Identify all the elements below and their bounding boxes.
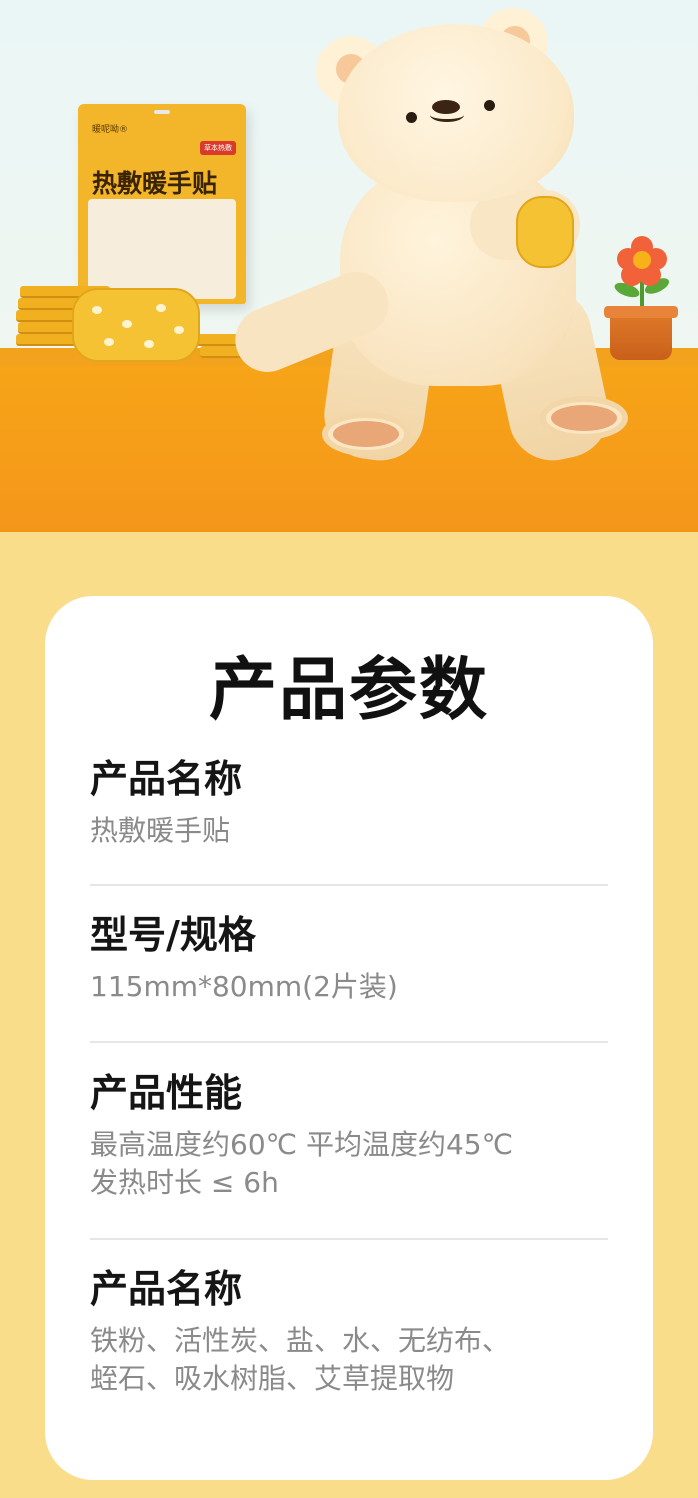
heat-pack-open — [72, 288, 200, 362]
divider — [90, 1041, 608, 1043]
param-value-line: 蛭石、吸水树脂、艾草提取物 — [90, 1362, 455, 1395]
card-title: 产品参数 — [208, 651, 489, 730]
product-parameters-card: 产品参数 产品名称 热敷暖手贴 型号/规格 115mm*80mm(2片装) 产品… — [45, 596, 653, 1480]
divider — [90, 1238, 608, 1240]
bear-foot-left — [322, 412, 410, 456]
param-value-line: 最高温度约60℃ 平均温度约45℃ — [90, 1128, 514, 1161]
pattern-dot — [104, 338, 114, 346]
param-label: 型号/规格 — [90, 913, 256, 957]
param-value: 热敷暖手贴 — [90, 814, 231, 847]
param-value-line: 铁粉、活性炭、盐、水、无纺布、 — [90, 1324, 511, 1357]
product-package: 暖呢呦® 草本热敷 热敷暖手贴 — [78, 104, 246, 304]
bear-foot-pad — [333, 421, 399, 447]
param-value: 115mm*80mm(2片装) — [90, 970, 398, 1003]
param-model-spec: 型号/规格 115mm*80mm(2片装) — [90, 912, 610, 1006]
pattern-dot — [122, 320, 132, 328]
param-value: 最高温度约60℃ 平均温度约45℃ 发热时长 ≤ 6h — [90, 1126, 610, 1202]
param-product-name: 产品名称 热敷暖手贴 — [90, 756, 610, 850]
param-label: 产品名称 — [90, 1267, 243, 1311]
package-title: 热敷暖手贴 — [92, 169, 218, 198]
flower-center — [633, 251, 651, 269]
bear-eye-right — [484, 100, 495, 111]
package-badge: 草本热敷 — [200, 141, 236, 155]
package-illustration — [88, 199, 236, 299]
heat-patch-on-arm — [516, 196, 574, 268]
bear-foot-right — [540, 396, 628, 440]
pattern-dot — [174, 326, 184, 334]
bear-mouth — [430, 108, 464, 122]
pattern-dot — [92, 306, 102, 314]
pattern-dot — [156, 304, 166, 312]
param-performance: 产品性能 最高温度约60℃ 平均温度约45℃ 发热时长 ≤ 6h — [90, 1070, 610, 1202]
param-value: 铁粉、活性炭、盐、水、无纺布、 蛭石、吸水树脂、艾草提取物 — [90, 1322, 610, 1398]
param-label: 产品名称 — [90, 757, 243, 801]
package-hang-hole — [154, 110, 170, 114]
bear-eye-left — [406, 112, 417, 123]
package-brand: 暖呢呦® — [92, 125, 129, 135]
flower-pot-rim — [604, 306, 678, 318]
hero-banner-image: 暖呢呦® 草本热敷 热敷暖手贴 — [0, 0, 698, 532]
bear-foot-pad — [551, 405, 617, 431]
pattern-dot — [144, 340, 154, 348]
param-value-line: 发热时长 ≤ 6h — [90, 1166, 279, 1199]
param-ingredients: 产品名称 铁粉、活性炭、盐、水、无纺布、 蛭石、吸水树脂、艾草提取物 — [90, 1266, 610, 1398]
param-label: 产品性能 — [90, 1071, 243, 1115]
divider — [90, 884, 608, 886]
